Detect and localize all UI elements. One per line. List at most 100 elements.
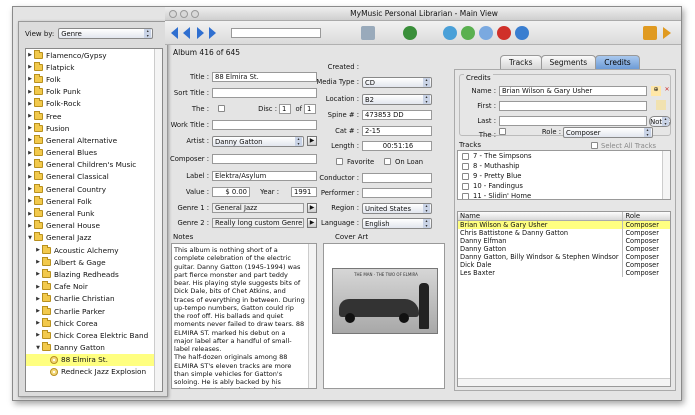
person-icon[interactable] [403,26,417,40]
spine-field[interactable]: 473853 DD [362,110,432,120]
location-select[interactable]: B2 [362,94,432,105]
disclosure-closed-icon[interactable]: ▶ [34,259,42,265]
track-checkbox[interactable] [462,172,469,180]
credits-h-scrollbar[interactable] [458,378,670,386]
eject-icon[interactable] [643,26,657,40]
disclosure-closed-icon[interactable]: ▶ [34,296,42,302]
tree-genre-item[interactable]: ▼ General Jazz [26,232,162,244]
lookup-icon[interactable] [461,26,475,40]
table-row[interactable]: Chris Battistone & Danny Gatton Composer [458,229,670,237]
disclosure-closed-icon[interactable]: ▶ [26,211,34,217]
track-checkbox[interactable] [462,192,469,199]
conductor-field[interactable] [362,173,432,183]
cat-field[interactable]: 2-15 [362,126,432,136]
select-all-tracks-checkbox[interactable] [591,142,598,149]
view-by-select[interactable]: Genre [58,28,154,39]
on-loan-checkbox[interactable] [384,158,391,165]
disclosure-open-icon[interactable]: ▼ [26,235,34,241]
tree-genre-item[interactable]: ▶ Blazing Redheads [26,268,162,280]
table-row[interactable]: Les Baxter Composer [458,269,670,277]
disclosure-closed-icon[interactable]: ▶ [26,64,34,70]
genre2-field[interactable]: Really long custom Genre [212,218,304,228]
close-window-button[interactable] [169,10,177,18]
length-field[interactable]: 00:51:16 [362,141,432,151]
tree-genre-item[interactable]: ▶ Folk Punk [26,86,162,98]
disclosure-closed-icon[interactable]: ▶ [26,125,34,131]
track-item[interactable]: 11 - Slidin' Home [458,191,670,199]
work-title-field[interactable] [212,120,317,130]
disclosure-closed-icon[interactable]: ▶ [26,76,34,82]
tree-genre-item[interactable]: ▶ Folk-Rock [26,98,162,110]
search-field[interactable] [231,28,321,38]
disclosure-closed-icon[interactable]: ▶ [26,150,34,156]
tree-genre-item[interactable]: ▶ Charlie Parker [26,305,162,317]
tree-genre-item[interactable]: ▶ General Blues [26,147,162,159]
track-checkbox[interactable] [462,152,469,160]
track-item[interactable]: 7 - The Simpsons [458,151,670,161]
tree-album-item[interactable]: Redneck Jazz Explosion [26,366,162,378]
track-checkbox[interactable] [462,182,469,190]
disclosure-closed-icon[interactable]: ▶ [26,101,34,107]
tree-genre-item[interactable]: ▶ General House [26,220,162,232]
track-item[interactable]: 9 - Pretty Blue [458,171,670,181]
tree-scrollbar[interactable] [154,49,162,391]
region-select[interactable]: United States [362,203,432,214]
tree-genre-item[interactable]: ▶ Charlie Christian [26,293,162,305]
track-item[interactable]: 8 - Muthaship [458,161,670,171]
tree-genre-item[interactable]: ▶ Chick Corea [26,317,162,329]
credit-notes-button[interactable]: Notes [649,116,671,127]
next-record-icon[interactable] [197,27,204,39]
disclosure-closed-icon[interactable]: ▶ [26,186,34,192]
disclosure-closed-icon[interactable]: ▶ [34,332,42,338]
tree-genre-item[interactable]: ▼ Danny Gatton [26,342,162,354]
role-select[interactable]: Composer [563,127,653,138]
disclosure-closed-icon[interactable]: ▶ [34,284,42,290]
disclosure-closed-icon[interactable]: ▶ [26,137,34,143]
notes-page-icon[interactable] [656,100,666,110]
tree-genre-item[interactable]: ▶ Folk [26,73,162,85]
role-column-header[interactable]: Role [622,212,670,220]
new-credit-icon[interactable]: ⊕ [651,86,661,96]
last-record-icon[interactable] [209,27,216,39]
tree-genre-item[interactable]: ▶ Flatpick [26,61,162,73]
track-checkbox[interactable] [462,162,469,170]
disclosure-closed-icon[interactable]: ▶ [26,113,34,119]
credit-first-field[interactable] [499,101,647,111]
tab-segments[interactable]: Segments [540,55,597,69]
notes-textarea[interactable]: This album is nothing short of a complet… [171,243,317,389]
prev-record-icon[interactable] [183,27,190,39]
tree-genre-item[interactable]: ▶ Flamenco/Gypsy [26,49,162,61]
tree-genre-item[interactable]: ▶ General Children's Music [26,159,162,171]
tree-genre-item[interactable]: ▶ General Funk [26,207,162,219]
disclosure-closed-icon[interactable]: ▶ [26,198,34,204]
disclosure-closed-icon[interactable]: ▶ [34,247,42,253]
table-row[interactable]: Brian Wilson & Gary Usher Composer [458,221,670,229]
disclosure-closed-icon[interactable]: ▶ [26,223,34,229]
credit-last-field[interactable] [499,116,647,126]
tree-genre-item[interactable]: ▶ General Classical [26,171,162,183]
tree-genre-item[interactable]: ▶ General Alternative [26,134,162,146]
disc-field[interactable]: 1 [279,104,291,114]
cover-art[interactable]: THE MAN · THE TWO OF ELMIRA [323,243,445,389]
year-field[interactable]: 1991 [291,187,317,197]
tree-genre-item[interactable]: ▶ Fusion [26,122,162,134]
disclosure-closed-icon[interactable]: ▶ [34,320,42,326]
composer-field[interactable] [212,154,317,164]
minimize-window-button[interactable] [180,10,188,18]
credit-the-checkbox[interactable] [499,128,506,135]
sync-icon[interactable] [443,26,457,40]
table-row[interactable]: Danny Gatton Composer [458,245,670,253]
disclosure-closed-icon[interactable]: ▶ [34,308,42,314]
language-select[interactable]: English [362,218,432,229]
tab-tracks[interactable]: Tracks [500,55,542,69]
edit-icon[interactable] [479,26,493,40]
tree-genre-item[interactable]: ▶ General Folk [26,195,162,207]
media-type-select[interactable]: CD [362,77,432,88]
notes-scrollbar[interactable] [308,244,316,388]
tree-genre-item[interactable]: ▶ Chick Corea Elektric Band [26,329,162,341]
favorite-checkbox[interactable] [336,158,343,165]
zoom-window-button[interactable] [191,10,199,18]
magnifier-icon[interactable] [515,26,529,40]
value-field[interactable]: $ 0.00 [212,187,250,197]
delete-credit-icon[interactable]: ✕ [662,86,672,96]
